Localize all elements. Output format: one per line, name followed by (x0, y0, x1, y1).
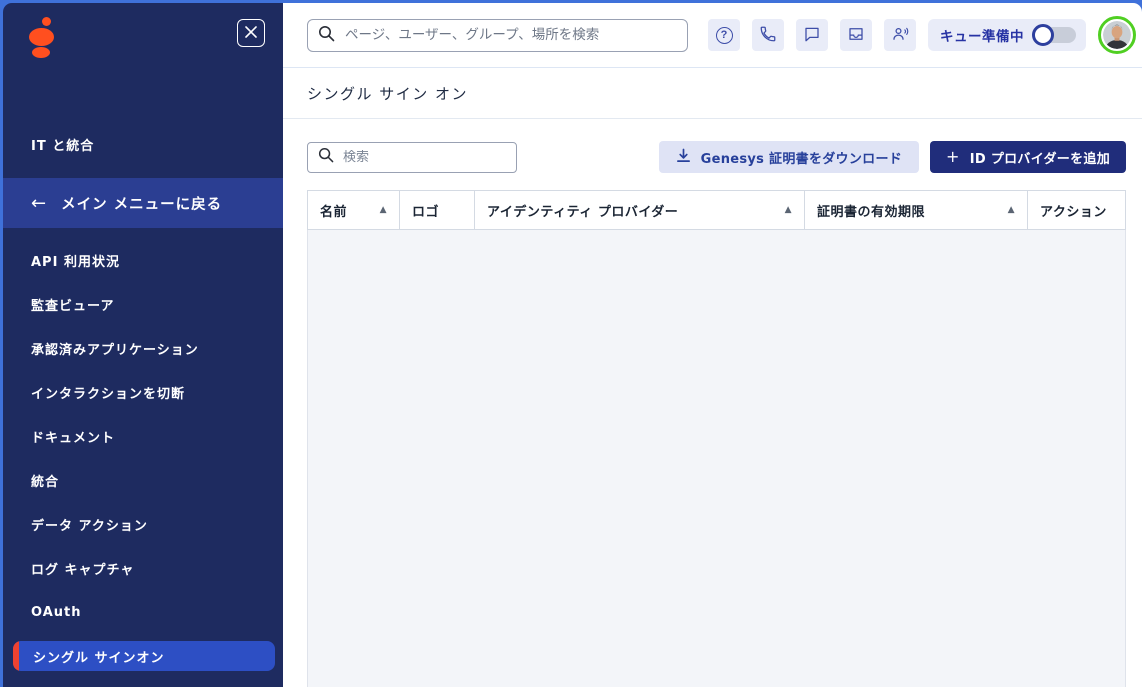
toggle-knob (1032, 24, 1054, 46)
sidebar-item-disconnect-interactions[interactable]: インタラクションを切断 (3, 370, 283, 414)
phone-button[interactable] (752, 19, 784, 51)
help-icon: ? (716, 27, 733, 44)
back-label: メイン メニューに戻る (61, 193, 222, 214)
chat-icon (803, 25, 821, 46)
sidebar-item-label: 承認済みアプリケーション (31, 339, 199, 358)
column-label: アイデンティティ プロバイダー (487, 201, 678, 220)
identity-providers-table: 名前 ▲ ロゴ アイデンティティ プロバイダー ▲ 証明書の有効期限 ▲ アクシ… (307, 190, 1126, 687)
sidebar-item-single-sign-on[interactable]: シングル サインオン (13, 641, 275, 671)
sidebar-item-authorized-apps[interactable]: 承認済みアプリケーション (3, 326, 283, 370)
sidebar-item-audit-viewer[interactable]: 監査ビューア (3, 282, 283, 326)
queue-status-label: キュー準備中 (940, 25, 1024, 45)
sort-asc-icon: ▲ (1000, 205, 1015, 215)
sidebar-menu: API 利用状況 監査ビューア 承認済みアプリケーション インタラクションを切断… (3, 238, 283, 678)
sidebar-item-label: ログ キャプチャ (31, 559, 134, 578)
global-search-input[interactable] (345, 27, 677, 43)
table-search (307, 142, 517, 173)
sidebar-header (3, 3, 283, 67)
column-header-identity-provider[interactable]: アイデンティティ プロバイダー ▲ (475, 191, 805, 229)
agent-assist-button[interactable] (884, 19, 916, 51)
chat-button[interactable] (796, 19, 828, 51)
column-label: 証明書の有効期限 (817, 201, 925, 220)
table-search-input[interactable] (343, 150, 506, 165)
plus-icon: + (946, 149, 960, 165)
close-icon (245, 26, 257, 41)
column-header-name[interactable]: 名前 ▲ (308, 191, 400, 229)
inbox-icon (847, 25, 865, 46)
sidebar-item-label: API 利用状況 (31, 251, 120, 270)
column-header-logo: ロゴ (400, 191, 475, 229)
app-window: IT と統合 ← メイン メニューに戻る API 利用状況 監査ビューア 承認済… (3, 3, 1142, 687)
admin-sidebar: IT と統合 ← メイン メニューに戻る API 利用状況 監査ビューア 承認済… (3, 3, 283, 687)
sidebar-item-label: インタラクションを切断 (31, 383, 185, 402)
sidebar-item-api-usage[interactable]: API 利用状況 (3, 238, 283, 282)
sidebar-close-button[interactable] (237, 19, 265, 47)
download-button-label: Genesys 証明書をダウンロード (701, 148, 902, 167)
global-topbar: ? (283, 3, 1142, 68)
sidebar-item-label: ドキュメント (31, 427, 115, 446)
page-toolbar: Genesys 証明書をダウンロード + ID プロバイダーを追加 (283, 119, 1142, 190)
user-avatar[interactable] (1098, 16, 1136, 54)
back-to-main-menu[interactable]: ← メイン メニューに戻る (3, 178, 283, 228)
sidebar-item-label: データ アクション (31, 515, 148, 534)
help-button[interactable]: ? (708, 19, 740, 51)
download-icon (676, 148, 701, 167)
download-certificate-button[interactable]: Genesys 証明書をダウンロード (659, 141, 919, 173)
page-titlebar: シングル サイン オン (283, 68, 1142, 119)
topbar-right-group: ? (696, 16, 1136, 54)
add-identity-provider-button[interactable]: + ID プロバイダーを追加 (930, 141, 1126, 173)
add-button-label: ID プロバイダーを追加 (970, 148, 1110, 167)
main-area: ? (283, 3, 1142, 687)
phone-icon (759, 25, 777, 46)
sidebar-item-label: シングル サインオン (33, 647, 165, 666)
back-arrow-icon: ← (31, 193, 47, 214)
inbox-button[interactable] (840, 19, 872, 51)
search-icon (318, 25, 335, 46)
sidebar-item-documents[interactable]: ドキュメント (3, 414, 283, 458)
sort-asc-icon: ▲ (777, 205, 792, 215)
column-header-actions: アクション (1028, 191, 1125, 229)
column-header-certificate-expiration[interactable]: 証明書の有効期限 ▲ (805, 191, 1028, 229)
search-icon (318, 147, 334, 167)
sidebar-item-label: 統合 (31, 471, 59, 490)
column-label: 名前 (320, 201, 347, 220)
sidebar-item-oauth[interactable]: OAuth (3, 590, 283, 634)
queue-toggle[interactable] (1032, 24, 1076, 46)
sidebar-item-integrations[interactable]: 統合 (3, 458, 283, 502)
sidebar-item-label: 監査ビューア (31, 295, 114, 314)
genesys-logo-icon (29, 16, 59, 62)
sidebar-item-data-actions[interactable]: データ アクション (3, 502, 283, 546)
table-header-row: 名前 ▲ ロゴ アイデンティティ プロバイダー ▲ 証明書の有効期限 ▲ アクシ… (307, 190, 1126, 230)
sidebar-item-log-capture[interactable]: ログ キャプチャ (3, 546, 283, 590)
column-label: ロゴ (412, 201, 439, 220)
agent-person-icon (891, 25, 909, 46)
sort-asc-icon: ▲ (372, 205, 387, 215)
avatar-photo (1103, 21, 1131, 49)
column-label: アクション (1040, 201, 1107, 220)
sidebar-section-title: IT と統合 (31, 135, 283, 154)
page-title: シングル サイン オン (307, 83, 468, 104)
sidebar-item-label: OAuth (31, 605, 82, 620)
queue-status-pill: キュー準備中 (928, 19, 1086, 51)
global-search (307, 19, 688, 52)
table-body-empty (307, 230, 1126, 687)
